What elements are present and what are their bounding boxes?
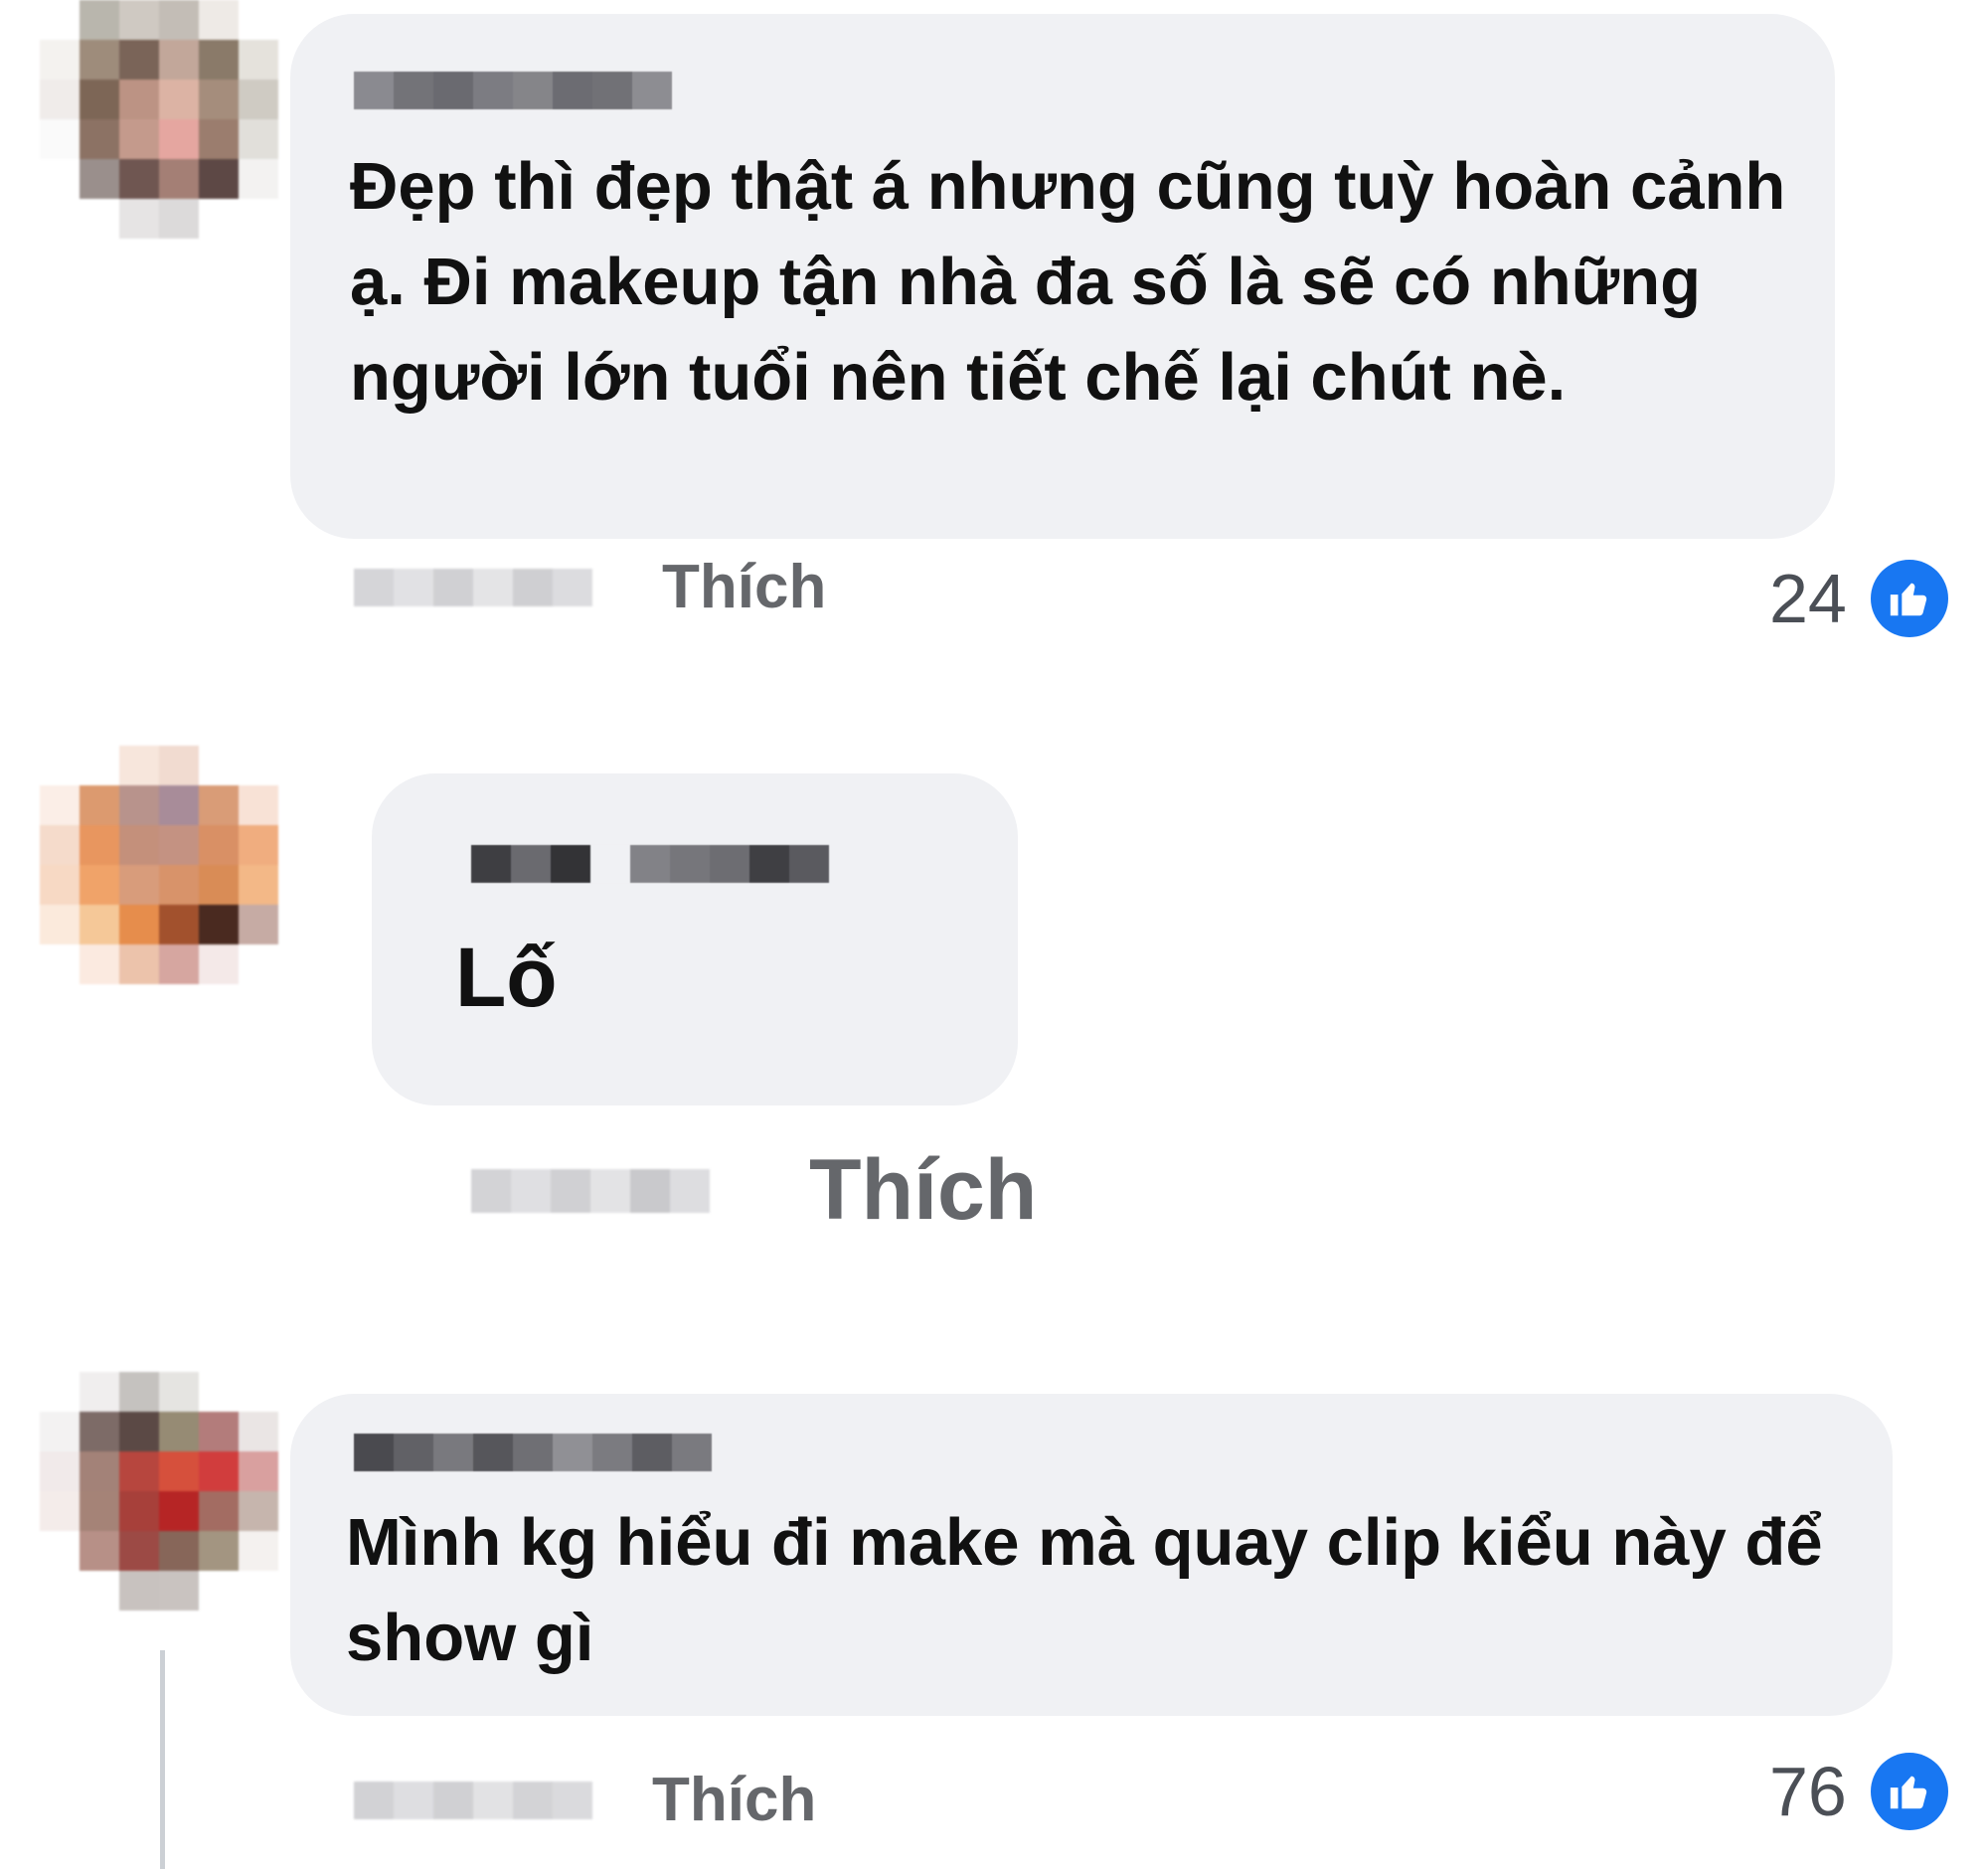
like-button[interactable]: Thích: [809, 1141, 1037, 1240]
reaction-count: 76: [1769, 1753, 1847, 1830]
avatar[interactable]: [40, 0, 278, 239]
timestamp[interactable]: [471, 1168, 710, 1213]
comment-actions: Thích: [354, 1765, 816, 1835]
comment-3: Mình kg hiểu đi make mà quay clip kiểu n…: [0, 1372, 1988, 1869]
comment-bubble: Mình kg hiểu đi make mà quay clip kiểu n…: [290, 1394, 1893, 1716]
comment-text: Lố: [455, 931, 558, 1024]
author-name[interactable]: [354, 72, 672, 109]
like-button[interactable]: Thích: [662, 552, 826, 622]
like-icon: [1870, 1753, 1948, 1830]
comment-actions: Thích: [471, 1141, 1037, 1240]
like-button[interactable]: Thích: [652, 1765, 816, 1835]
avatar[interactable]: [40, 1372, 278, 1611]
comment-text: Đẹp thì đẹp thật á nhưng cũng tuỳ hoàn c…: [350, 149, 1786, 415]
avatar[interactable]: [40, 746, 278, 984]
comment-text: Mình kg hiểu đi make mà quay clip kiểu n…: [346, 1505, 1823, 1675]
comment-bubble: Đẹp thì đẹp thật á nhưng cũng tuỳ hoàn c…: [290, 14, 1835, 539]
reaction-summary[interactable]: 24: [1769, 559, 1948, 638]
comment-1: Đẹp thì đẹp thật á nhưng cũng tuỳ hoàn c…: [0, 0, 1988, 676]
like-icon: [1870, 560, 1948, 637]
comment-bubble: Lố: [372, 773, 1018, 1105]
comment-actions: Thích: [354, 552, 826, 622]
timestamp[interactable]: [354, 1781, 592, 1819]
author-name[interactable]: [471, 845, 829, 883]
comment-2: Lố Thích: [0, 746, 1988, 1302]
thread-line: [160, 1650, 165, 1869]
reaction-summary[interactable]: 76: [1769, 1752, 1948, 1831]
author-name[interactable]: [354, 1434, 712, 1471]
timestamp[interactable]: [354, 568, 592, 606]
reaction-count: 24: [1769, 560, 1847, 637]
